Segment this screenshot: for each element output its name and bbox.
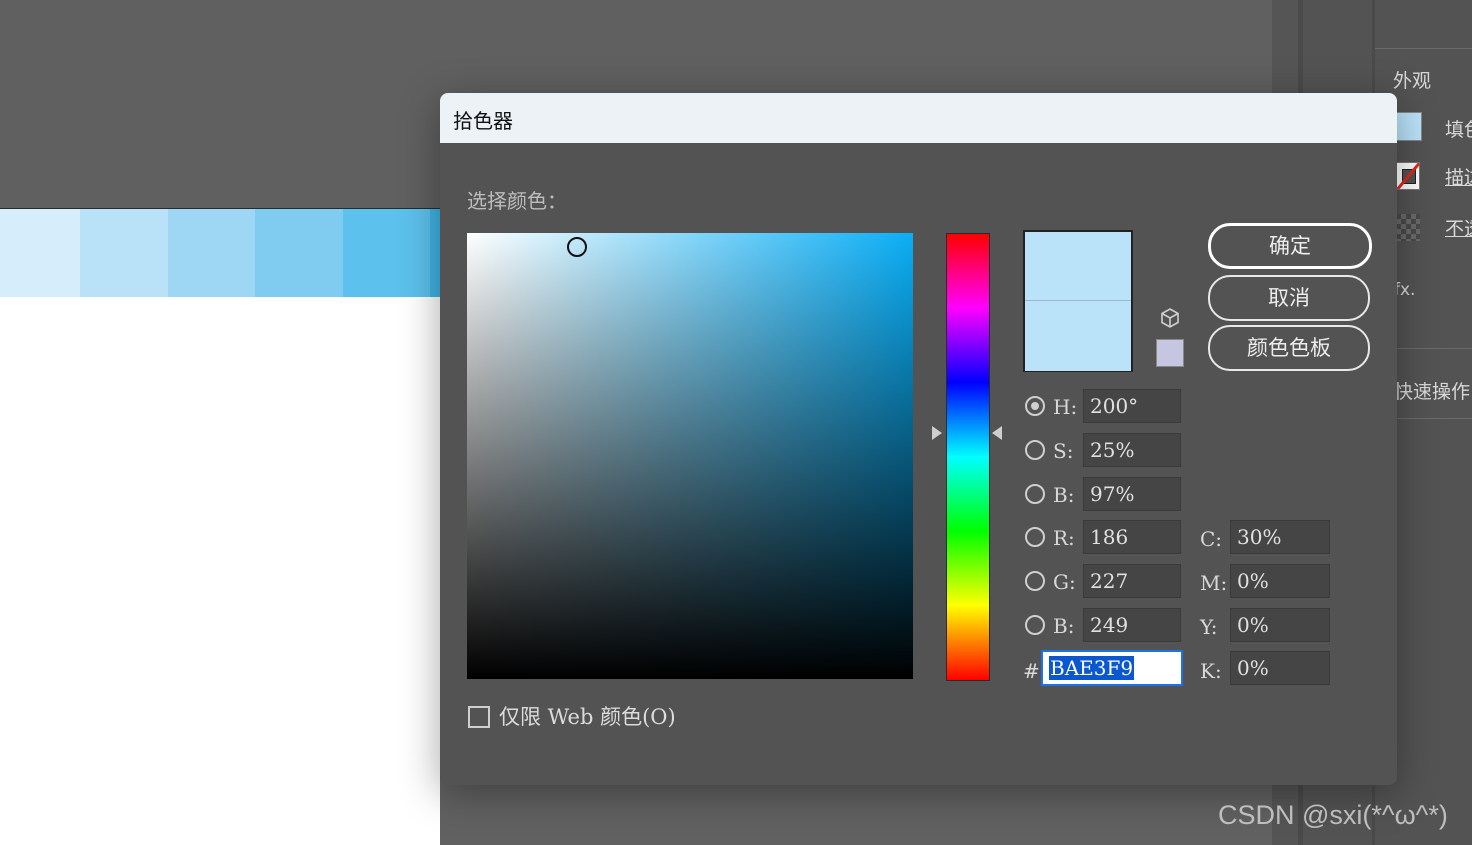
red-label: R:	[1053, 526, 1075, 550]
blue-label: B:	[1053, 614, 1075, 638]
web-safe-color-swatch[interactable]	[1156, 339, 1184, 367]
color-swatch-strip	[0, 209, 440, 297]
color-preview	[1023, 230, 1133, 372]
blue-input[interactable]: 249	[1083, 608, 1181, 642]
black-input[interactable]: 0%	[1230, 651, 1330, 685]
select-color-label: 选择颜色：	[467, 189, 567, 213]
stroke-swatch[interactable]	[1396, 162, 1420, 190]
color-picker-dialog: 拾色器 选择颜色： 确定 取消 颜色色板 H: 200° S: 25% B: 9…	[440, 93, 1397, 785]
opacity-label[interactable]: 不透明度	[1445, 214, 1472, 241]
ok-button[interactable]: 确定	[1208, 223, 1372, 269]
swatch-6	[430, 209, 440, 297]
cancel-button[interactable]: 取消	[1208, 275, 1370, 321]
quick-actions-heading: 快速操作	[1394, 381, 1471, 403]
web-colors-only-checkbox[interactable]	[468, 706, 490, 728]
swatch-3	[168, 209, 255, 297]
appearance-heading: 外观	[1393, 70, 1432, 92]
black-label: K:	[1200, 659, 1222, 683]
new-color-swatch	[1025, 232, 1131, 300]
stroke-label[interactable]: 描边	[1445, 163, 1472, 190]
brightness-radio[interactable]	[1025, 484, 1045, 504]
red-input[interactable]: 186	[1083, 520, 1181, 554]
magenta-input[interactable]: 0%	[1230, 564, 1330, 598]
dialog-titlebar[interactable]: 拾色器	[440, 93, 1397, 143]
current-color-swatch[interactable]	[1025, 300, 1131, 371]
cyan-label: C:	[1200, 527, 1223, 551]
saturation-input[interactable]: 25%	[1083, 433, 1181, 467]
web-colors-only-label[interactable]: 仅限 Web 颜色(O)	[499, 701, 676, 731]
web-safe-cube-icon[interactable]	[1159, 307, 1181, 329]
hex-input-value: BAE3F9	[1049, 656, 1135, 680]
dialog-title: 拾色器	[453, 109, 513, 133]
fill-swatch[interactable]	[1396, 112, 1422, 141]
fill-label[interactable]: 填色	[1445, 115, 1472, 142]
cyan-input[interactable]: 30%	[1230, 520, 1330, 554]
green-label: G:	[1053, 570, 1076, 594]
swatch-2	[80, 209, 168, 297]
brightness-label: B:	[1053, 483, 1075, 507]
yellow-label: Y:	[1200, 615, 1218, 639]
color-picker-ring[interactable]	[567, 237, 587, 257]
hex-input[interactable]: BAE3F9	[1041, 650, 1183, 686]
hue-slider-handle-left[interactable]	[932, 426, 942, 440]
hue-slider-handle-right[interactable]	[992, 426, 1002, 440]
hex-label: #	[1023, 659, 1040, 683]
saturation-label: S:	[1053, 439, 1074, 463]
panel-separator	[1375, 48, 1472, 49]
swatch-4	[255, 209, 343, 297]
green-radio[interactable]	[1025, 571, 1045, 591]
saturation-brightness-field[interactable]	[467, 233, 913, 679]
hue-input[interactable]: 200°	[1083, 389, 1181, 423]
opacity-icon[interactable]	[1396, 214, 1420, 241]
hue-radio[interactable]	[1025, 396, 1045, 416]
swatch-1	[0, 209, 80, 297]
green-input[interactable]: 227	[1083, 564, 1181, 598]
hue-label: H:	[1053, 395, 1078, 419]
fx-button[interactable]: fx.	[1394, 280, 1415, 300]
magenta-label: M:	[1200, 571, 1228, 595]
blue-radio[interactable]	[1025, 615, 1045, 635]
watermark: CSDN @sxi(*^ω^*)	[1218, 800, 1448, 830]
saturation-radio[interactable]	[1025, 440, 1045, 460]
hue-slider[interactable]	[946, 233, 990, 681]
color-swatches-button[interactable]: 颜色色板	[1208, 325, 1370, 371]
artboard	[0, 297, 440, 845]
brightness-input[interactable]: 97%	[1083, 477, 1181, 511]
yellow-input[interactable]: 0%	[1230, 608, 1330, 642]
swatch-5	[343, 209, 430, 297]
red-radio[interactable]	[1025, 527, 1045, 547]
